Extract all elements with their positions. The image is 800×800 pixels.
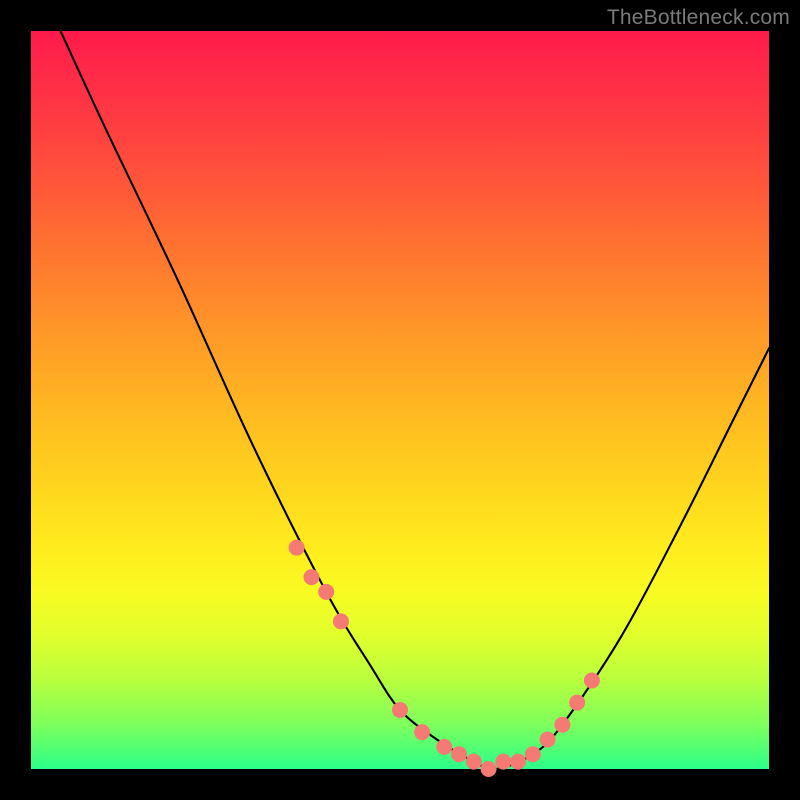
chart-stage: TheBottleneck.com	[0, 0, 800, 800]
marker-dot	[303, 569, 319, 585]
marker-dot	[495, 754, 511, 770]
marker-dot	[392, 702, 408, 718]
marker-dot	[466, 754, 482, 770]
watermark-text: TheBottleneck.com	[607, 6, 790, 30]
marker-dot	[318, 584, 334, 600]
marker-dot	[569, 695, 585, 711]
marker-dot	[584, 672, 600, 688]
marker-dot	[289, 540, 305, 556]
marker-dot	[414, 724, 430, 740]
marker-dot	[525, 746, 541, 762]
marker-dot	[436, 739, 452, 755]
marker-dot	[554, 717, 570, 733]
marker-dot	[510, 754, 526, 770]
curve-layer	[31, 31, 769, 769]
marker-dot	[540, 731, 556, 747]
marker-dot	[451, 746, 467, 762]
marker-dot	[481, 761, 497, 777]
marker-dot	[333, 613, 349, 629]
bottleneck-curve	[61, 31, 769, 769]
plot-area	[31, 31, 769, 769]
marker-group	[289, 540, 600, 777]
